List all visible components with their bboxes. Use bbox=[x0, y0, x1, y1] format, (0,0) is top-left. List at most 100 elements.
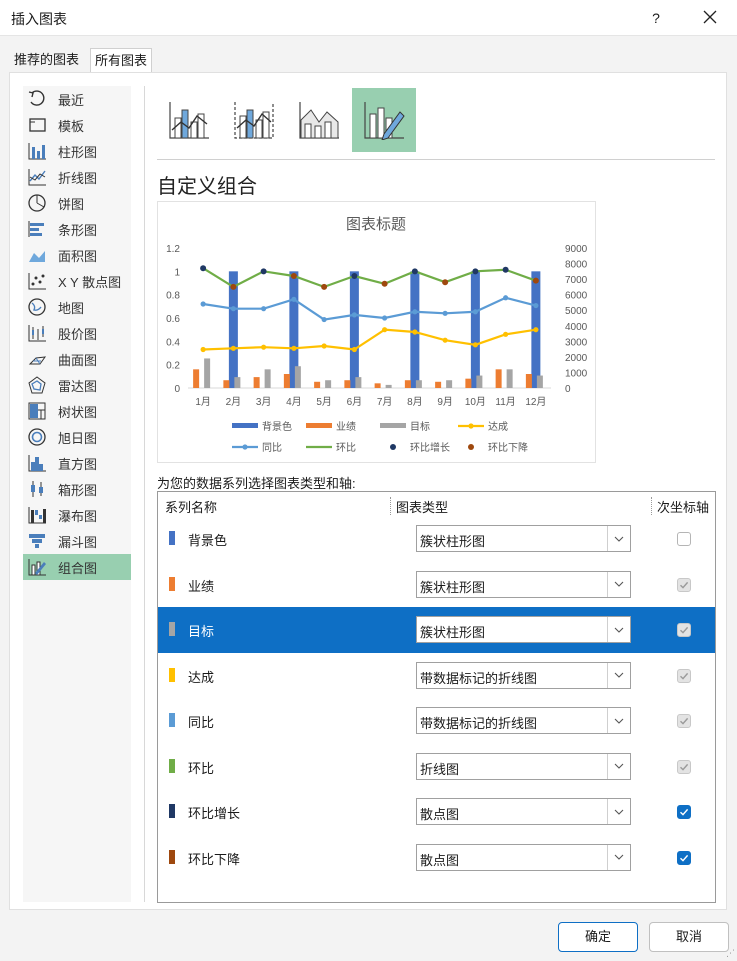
chart-type-item[interactable]: 模板 bbox=[23, 112, 131, 138]
bar-performance bbox=[525, 374, 532, 388]
subtype-clustered-column-line[interactable] bbox=[157, 88, 221, 152]
series-row[interactable]: 达成 带数据标记的折线图 bbox=[158, 653, 715, 699]
chart-type-item[interactable]: 雷达图 bbox=[23, 372, 131, 398]
chart-type-label: 漏斗图 bbox=[58, 534, 98, 550]
scatter-point bbox=[351, 273, 358, 279]
chart-type-item[interactable]: 树状图 bbox=[23, 398, 131, 424]
secondary-axis-checkbox[interactable] bbox=[677, 759, 691, 774]
line-marker-point bbox=[261, 306, 267, 312]
y-left-tick-label: 1.2 bbox=[166, 244, 180, 255]
chart-type-item[interactable]: 面积图 bbox=[23, 242, 131, 268]
chart-type-item[interactable]: 漏斗图 bbox=[23, 528, 131, 554]
y-left-tick-label: 0.2 bbox=[166, 361, 180, 372]
subtype-stacked-area-column[interactable] bbox=[287, 88, 351, 152]
series-row[interactable]: 环比下降 散点图 bbox=[158, 835, 715, 881]
header-secondary-axis: 次坐标轴 bbox=[657, 500, 710, 515]
tab-recommended-charts[interactable]: 推荐的图表 bbox=[10, 48, 83, 72]
series-row[interactable]: 环比 折线图 bbox=[158, 744, 715, 790]
ok-button[interactable]: 确定 bbox=[558, 922, 638, 952]
chevron-down-icon[interactable] bbox=[607, 571, 630, 597]
chart-preview: 图表标题 0 0.2 0.4 0.6 0.8 1 1.2 0 1000 2000 3000 4000 50… bbox=[157, 201, 596, 463]
chart-type-item[interactable]: 箱形图 bbox=[23, 476, 131, 502]
series-row[interactable]: 目标 簇状柱形图 bbox=[158, 607, 715, 653]
secondary-axis-checkbox[interactable] bbox=[677, 577, 691, 592]
chart-title: 图表标题 bbox=[346, 216, 406, 233]
combo-chart: 图表标题 0 0.2 0.4 0.6 0.8 1 1.2 0 1000 2000 3000 4000 50… bbox=[166, 216, 588, 454]
chart-type-item[interactable]: 条形图 bbox=[23, 216, 131, 242]
series-row[interactable]: 同比 带数据标记的折线图 bbox=[158, 698, 715, 744]
chart-type-item[interactable]: 饼图 bbox=[23, 190, 131, 216]
legend-label: 环比增长 bbox=[410, 441, 450, 454]
chart-type-dropdown[interactable]: 带数据标记的折线图 bbox=[416, 661, 631, 689]
chart-type-dropdown[interactable]: 带数据标记的折线图 bbox=[416, 707, 631, 734]
chart-type-dropdown[interactable]: 簇状柱形图 bbox=[416, 525, 631, 552]
series-name: 背景色 bbox=[188, 533, 228, 548]
subtype-custom-combination[interactable] bbox=[352, 88, 416, 152]
secondary-axis-checkbox[interactable] bbox=[677, 714, 691, 728]
x-tick-label: 5月 bbox=[316, 396, 332, 408]
chart-type-item[interactable]: 直方图 bbox=[23, 450, 131, 476]
scatter-point bbox=[411, 268, 418, 275]
chart-type-item[interactable]: 瀑布图 bbox=[23, 502, 131, 528]
chart-type-dropdown[interactable]: 簇状柱形图 bbox=[416, 570, 631, 598]
close-button[interactable] bbox=[698, 5, 722, 29]
secondary-axis-checkbox[interactable] bbox=[677, 623, 691, 637]
y-left-tick-label: 0 bbox=[174, 384, 180, 395]
chart-type-item[interactable]: 股价图 bbox=[23, 320, 131, 346]
scatter-point bbox=[532, 277, 539, 284]
x-tick-label: 12月 bbox=[525, 396, 546, 408]
chart-type-item[interactable]: X Y 散点图 bbox=[23, 268, 131, 294]
chart-type-item[interactable]: 折线图 bbox=[23, 164, 131, 190]
chart-type-dropdown[interactable]: 散点图 bbox=[416, 843, 631, 871]
chart-type-dropdown[interactable]: 簇状柱形图 bbox=[416, 616, 631, 643]
chart-type-item[interactable]: 柱形图 bbox=[23, 138, 131, 164]
chart-type-item[interactable]: 地图 bbox=[23, 294, 131, 320]
series-row[interactable]: 业绩 簇状柱形图 bbox=[158, 562, 715, 608]
chart-type-dropdown[interactable]: 散点图 bbox=[416, 798, 631, 825]
chevron-down-icon[interactable] bbox=[607, 799, 630, 824]
chevron-down-icon[interactable] bbox=[607, 662, 630, 688]
legend-label: 达成 bbox=[488, 421, 508, 433]
legend-swatch bbox=[380, 423, 406, 428]
series-name: 业绩 bbox=[188, 578, 215, 594]
separator bbox=[157, 159, 715, 160]
bar-target bbox=[264, 369, 271, 388]
subtype-clustered-column-line-secondary-axis[interactable] bbox=[222, 88, 286, 152]
chart-type-item[interactable]: 曲面图 bbox=[23, 346, 131, 372]
secondary-axis-checkbox[interactable] bbox=[677, 850, 691, 865]
y-right-tick-label: 7000 bbox=[565, 275, 588, 286]
chart-type-item[interactable]: 最近 bbox=[23, 86, 131, 112]
series-color-swatch bbox=[169, 713, 175, 727]
bar-target bbox=[476, 375, 483, 388]
bar-performance bbox=[223, 380, 230, 388]
bar-target bbox=[446, 380, 453, 388]
cancel-button[interactable]: 取消 bbox=[649, 922, 729, 952]
series-name: 环比 bbox=[188, 760, 215, 776]
secondary-axis-checkbox[interactable] bbox=[677, 532, 691, 546]
legend-swatch bbox=[390, 444, 396, 450]
chart-type-item[interactable]: 旭日图 bbox=[23, 424, 131, 450]
bar-performance bbox=[314, 381, 321, 388]
chart-type-item[interactable]: 组合图 bbox=[23, 554, 131, 580]
tab-all-charts[interactable]: 所有图表 bbox=[90, 48, 153, 72]
series-row[interactable]: 背景色 簇状柱形图 bbox=[158, 516, 715, 562]
chart-type-label: 股价图 bbox=[58, 326, 98, 342]
secondary-axis-checkbox[interactable] bbox=[677, 668, 691, 683]
series-row[interactable]: 环比增长 散点图 bbox=[158, 789, 715, 835]
chevron-down-icon[interactable] bbox=[607, 708, 630, 733]
chart-type-label: 最近 bbox=[58, 92, 85, 108]
chevron-down-icon[interactable] bbox=[607, 844, 630, 870]
legend-label: 环比下降 bbox=[488, 441, 528, 454]
chevron-down-icon[interactable] bbox=[607, 526, 630, 551]
help-button[interactable]: ? bbox=[646, 6, 666, 30]
chart-type-value: 带数据标记的折线图 bbox=[420, 670, 538, 686]
chart-type-dropdown[interactable]: 折线图 bbox=[416, 752, 631, 780]
secondary-axis-checkbox[interactable] bbox=[677, 805, 691, 819]
resize-grip-icon[interactable]: ⋰ bbox=[726, 948, 735, 959]
chevron-down-icon[interactable] bbox=[607, 617, 630, 642]
header-separator bbox=[651, 497, 652, 515]
chevron-down-icon[interactable] bbox=[607, 753, 630, 779]
legend-label: 业绩 bbox=[336, 420, 356, 433]
series-color-swatch bbox=[169, 849, 175, 864]
title-bar: 插入图表 ? bbox=[0, 0, 737, 36]
